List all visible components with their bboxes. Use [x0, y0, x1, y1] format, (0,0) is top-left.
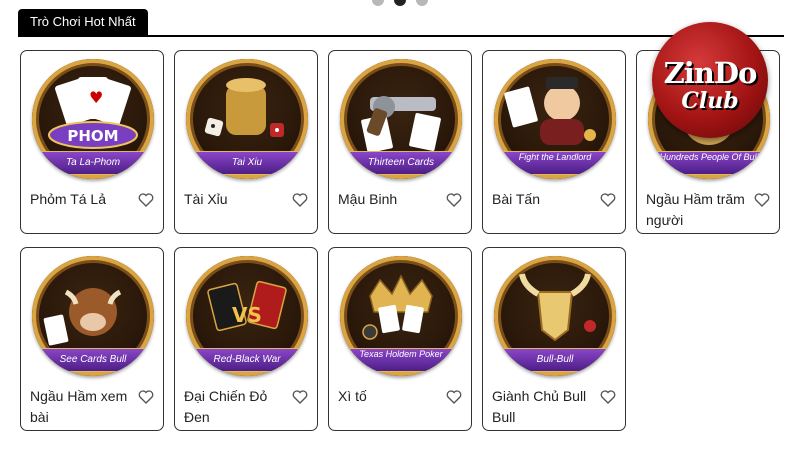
- game-title: Mậu Binh: [338, 191, 398, 207]
- game-title: Tài Xỉu: [184, 191, 228, 207]
- game-banner: See Cards Bull: [32, 348, 154, 372]
- logo-text-bottom: Club: [681, 88, 739, 114]
- carousel-dot-1[interactable]: [372, 0, 384, 6]
- game-banner: Tai Xiu: [186, 151, 308, 175]
- section-header: Trò Chơi Hot Nhất: [18, 9, 784, 37]
- game-card-phom[interactable]: ♥ PHOM Ta La-Phom Phỏm Tá Lả: [20, 50, 164, 234]
- carousel-dot-2[interactable]: [394, 0, 406, 6]
- game-card-xi-to[interactable]: Texas Holdem Poker Xì tố: [328, 247, 472, 431]
- crown-cards-icon: Texas Holdem Poker: [340, 256, 462, 376]
- heart-icon[interactable]: [599, 388, 617, 406]
- svg-text:PHOM: PHOM: [67, 127, 118, 145]
- game-title: Giành Chủ Bull Bull: [492, 388, 587, 425]
- heart-icon[interactable]: [137, 388, 155, 406]
- heart-icon[interactable]: [445, 388, 463, 406]
- game-banner: Bull-Bull: [494, 348, 616, 372]
- heart-icon[interactable]: [445, 191, 463, 209]
- game-banner: Thirteen Cards: [340, 151, 462, 175]
- dice-cup-icon: Tai Xiu: [186, 59, 308, 179]
- game-banner: Hundreds People Of Bull: [648, 151, 770, 175]
- game-title: Ngầu Hầm xem bài: [30, 388, 128, 425]
- heart-icon[interactable]: [753, 191, 771, 209]
- playing-cards-icon: ♥ PHOM Ta La-Phom: [32, 59, 154, 179]
- logo-text-top: ZinDo: [663, 56, 758, 90]
- vs-cards-icon: VS Red-Black War: [186, 256, 308, 376]
- game-card-ngau-ham-xem-bai[interactable]: See Cards Bull Ngầu Hầm xem bài: [20, 247, 164, 431]
- game-title: Ngầu Hầm trăm người: [646, 191, 745, 228]
- bull-character-icon: See Cards Bull: [32, 256, 154, 376]
- game-card-bai-tan[interactable]: Fight the Landlord Bài Tấn: [482, 50, 626, 234]
- game-banner: Red-Black War: [186, 348, 308, 372]
- landlord-character-icon: Fight the Landlord: [494, 59, 616, 179]
- svg-text:VS: VS: [232, 303, 262, 327]
- game-banner: Ta La-Phom: [32, 151, 154, 175]
- section-tab-hot-games[interactable]: Trò Chơi Hot Nhất: [18, 9, 148, 35]
- game-card-gianh-chu-bull-bull[interactable]: Bull-Bull Giành Chủ Bull Bull: [482, 247, 626, 431]
- game-title: Đại Chiến Đỏ Đen: [184, 388, 268, 425]
- game-card-tai-xiu[interactable]: Tai Xiu Tài Xỉu: [174, 50, 318, 234]
- carousel-indicators: [372, 0, 428, 6]
- bull-head-icon: Bull-Bull: [494, 256, 616, 376]
- game-title: Phỏm Tá Lả: [30, 191, 107, 207]
- heart-icon[interactable]: [137, 191, 155, 209]
- game-card-mau-binh[interactable]: Thirteen Cards Mậu Binh: [328, 50, 472, 234]
- carousel-dot-3[interactable]: [416, 0, 428, 6]
- heart-icon[interactable]: [291, 191, 309, 209]
- game-banner: Texas Holdem Poker: [340, 348, 462, 372]
- svg-text:♥: ♥: [89, 88, 103, 107]
- heart-icon[interactable]: [291, 388, 309, 406]
- zindo-club-logo: ZinDo Club: [652, 22, 768, 138]
- game-title: Xì tố: [338, 388, 367, 404]
- game-card-dai-chien-do-den[interactable]: VS Red-Black War Đại Chiến Đỏ Đen: [174, 247, 318, 431]
- game-title: Bài Tấn: [492, 191, 540, 207]
- heart-icon[interactable]: [599, 191, 617, 209]
- revolver-icon: Thirteen Cards: [340, 59, 462, 179]
- game-banner: Fight the Landlord: [494, 151, 616, 175]
